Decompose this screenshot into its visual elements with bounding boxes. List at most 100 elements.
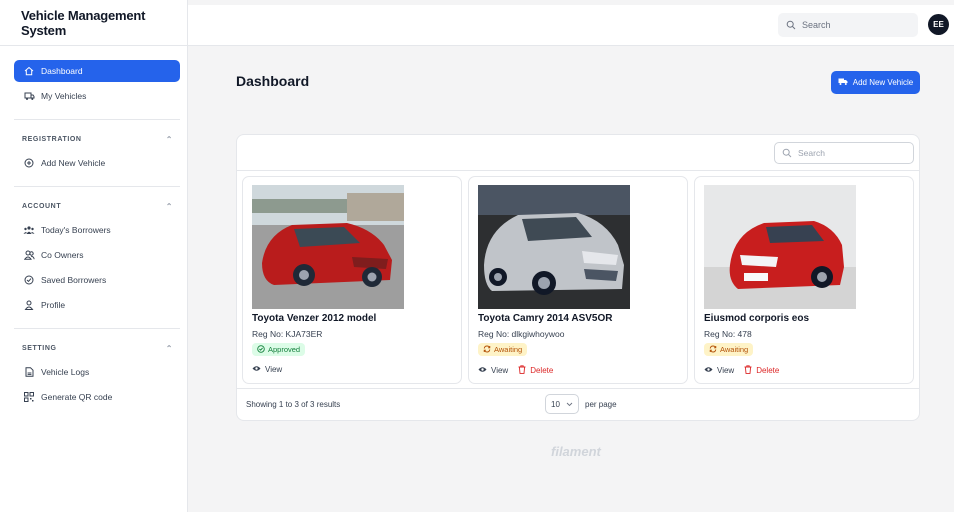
sidebar-item-label: Saved Borrowers: [41, 275, 107, 285]
sidebar-item-label: Dashboard: [41, 66, 83, 76]
vehicle-title: Toyota Venzer 2012 model: [252, 313, 377, 324]
delete-button[interactable]: Delete: [744, 365, 779, 376]
status-badge: Awaiting: [704, 343, 754, 356]
avatar[interactable]: EE: [928, 14, 949, 35]
vehicle-title: Toyota Camry 2014 ASV5OR: [478, 313, 613, 324]
sidebar-item-co-owners[interactable]: Co Owners: [14, 244, 180, 266]
plus-circle-icon: [22, 156, 36, 170]
chevron-down-icon: [566, 400, 573, 409]
document-icon: [22, 365, 36, 379]
view-button[interactable]: View: [478, 365, 508, 376]
trash-icon: [518, 365, 526, 376]
home-icon: [22, 64, 36, 78]
sidebar-item-label: Co Owners: [41, 250, 84, 260]
sidebar-item-dashboard[interactable]: Dashboard: [14, 60, 180, 82]
sidebar-item-label: Generate QR code: [41, 392, 113, 402]
group-header-account[interactable]: ACCOUNT ⌃: [22, 199, 173, 213]
status-badge: Approved: [252, 343, 306, 356]
view-label: View: [265, 365, 283, 374]
sidebar-item-label: Add New Vehicle: [41, 158, 106, 168]
sidebar-item-label: My Vehicles: [41, 91, 87, 101]
global-search-input[interactable]: Search: [778, 13, 918, 37]
check-circle-icon: [257, 344, 265, 355]
card-actions: View Delete: [704, 365, 779, 376]
eye-icon: [478, 366, 487, 375]
sidebar-item-label: Today's Borrowers: [41, 225, 111, 235]
chevron-up-icon[interactable]: ⌃: [166, 344, 173, 353]
card-actions: View Delete: [478, 365, 553, 376]
divider: [14, 119, 180, 120]
search-icon: [786, 20, 796, 30]
status-label: Approved: [268, 345, 301, 354]
vehicles-panel: Search Toyota Venzer 2012 model Reg No: …: [236, 134, 920, 421]
refresh-icon: [483, 345, 491, 355]
divider: [14, 186, 180, 187]
group-title: ACCOUNT: [22, 202, 62, 210]
sidebar-item-todays-borrowers[interactable]: Today's Borrowers: [14, 219, 180, 241]
vehicle-photo[interactable]: [478, 185, 630, 309]
eye-icon: [252, 365, 261, 374]
trash-icon: [744, 365, 752, 376]
vehicle-reg: Reg No: dlkgiwhoywoo: [478, 329, 565, 339]
pagination-bar: Showing 1 to 3 of 3 results 10 per page: [237, 388, 919, 420]
footer-brand: filament: [551, 444, 601, 459]
sidebar-item-saved-borrowers[interactable]: Saved Borrowers: [14, 269, 180, 291]
view-button[interactable]: View: [704, 365, 734, 376]
add-new-vehicle-label: Add New Vehicle: [852, 78, 914, 87]
vehicle-card[interactable]: Toyota Camry 2014 ASV5OR Reg No: dlkgiwh…: [468, 176, 688, 384]
user-icon: [22, 298, 36, 312]
qr-code-icon: [22, 390, 36, 404]
vehicle-card[interactable]: Toyota Venzer 2012 model Reg No: KJA73ER…: [242, 176, 462, 384]
group-title: REGISTRATION: [22, 135, 82, 143]
per-page-label: per page: [585, 399, 617, 409]
view-button[interactable]: View: [252, 365, 282, 374]
status-label: Awaiting: [494, 345, 523, 354]
group-header-registration[interactable]: REGISTRATION ⌃: [22, 132, 173, 146]
vehicle-reg: Reg No: 478: [704, 329, 752, 339]
add-new-vehicle-button[interactable]: Add New Vehicle: [831, 71, 920, 94]
results-count: Showing 1 to 3 of 3 results: [246, 400, 341, 409]
delete-label: Delete: [530, 366, 554, 375]
search-placeholder: Search: [802, 20, 831, 30]
group-title: SETTING: [22, 344, 57, 352]
per-page-value: 10: [551, 399, 560, 409]
sidebar-item-label: Vehicle Logs: [41, 367, 90, 377]
vehicle-card[interactable]: Eiusmod corporis eos Reg No: 478 Awaitin…: [694, 176, 914, 384]
sidebar-item-generate-qr-code[interactable]: Generate QR code: [14, 386, 180, 408]
check-circle-icon: [22, 273, 36, 287]
divider: [14, 328, 180, 329]
users-group-icon: [22, 223, 36, 237]
chevron-up-icon[interactable]: ⌃: [166, 135, 173, 144]
vehicle-photo[interactable]: [704, 185, 856, 309]
sidebar: Vehicle Management System Dashboard My V…: [0, 0, 188, 512]
chevron-up-icon[interactable]: ⌃: [166, 202, 173, 211]
delete-button[interactable]: Delete: [518, 365, 553, 376]
search-icon: [782, 148, 792, 158]
topbar: Search EE: [188, 5, 954, 46]
status-badge: Awaiting: [478, 343, 528, 356]
sidebar-item-profile[interactable]: Profile: [14, 294, 180, 316]
refresh-icon: [709, 345, 717, 355]
eye-icon: [704, 366, 713, 375]
sidebar-item-my-vehicles[interactable]: My Vehicles: [14, 85, 180, 107]
delete-label: Delete: [756, 366, 780, 375]
table-search-input[interactable]: Search: [774, 142, 914, 164]
per-page-select[interactable]: 10: [545, 394, 579, 414]
car-icon: [22, 89, 36, 103]
sidebar-item-add-new-vehicle[interactable]: Add New Vehicle: [14, 152, 180, 174]
group-header-setting[interactable]: SETTING ⌃: [22, 341, 173, 355]
view-label: View: [491, 366, 509, 375]
sidebar-item-label: Profile: [41, 300, 66, 310]
view-label: View: [717, 366, 735, 375]
car-icon: [838, 77, 848, 88]
vehicle-title: Eiusmod corporis eos: [704, 313, 810, 324]
per-page-control: 10 per page: [545, 394, 617, 414]
status-label: Awaiting: [720, 345, 749, 354]
users-icon: [22, 248, 36, 262]
vehicle-photo[interactable]: [252, 185, 404, 309]
vehicle-reg: Reg No: KJA73ER: [252, 329, 323, 339]
app-title: Vehicle Management System: [0, 0, 187, 46]
page-title: Dashboard: [236, 73, 310, 89]
card-actions: View: [252, 365, 282, 374]
sidebar-item-vehicle-logs[interactable]: Vehicle Logs: [14, 361, 180, 383]
